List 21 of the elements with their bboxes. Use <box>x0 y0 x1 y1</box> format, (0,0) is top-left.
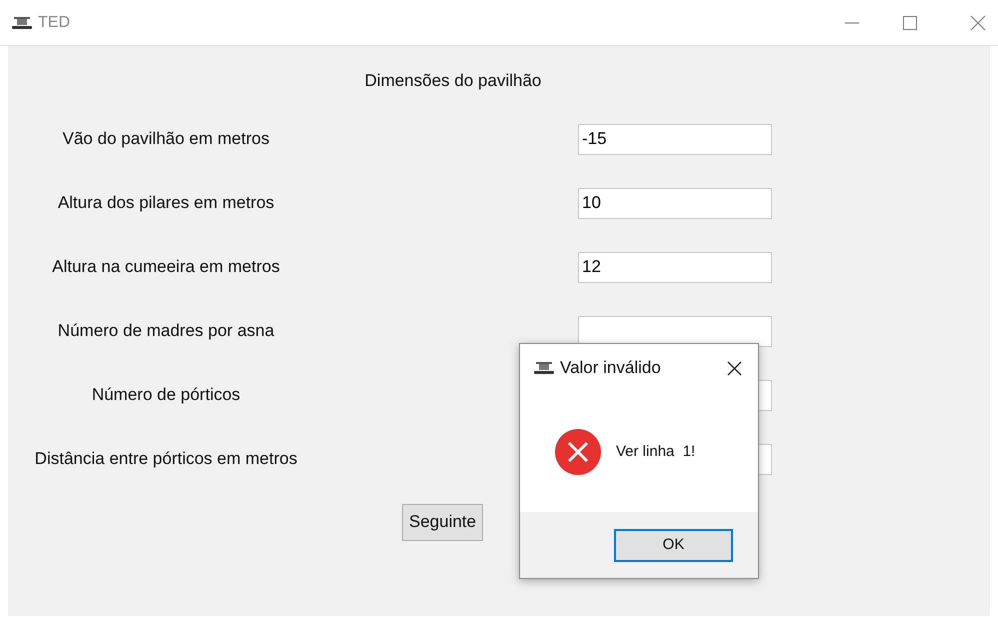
field-label: Vão do pavilhão em metros <box>62 128 270 150</box>
input-field[interactable]: 12 <box>578 252 772 282</box>
field-label: Número de pórticos <box>90 384 242 406</box>
maximize-icon[interactable] <box>902 14 918 30</box>
field-label: Distância entre pórticos em metros <box>34 448 298 470</box>
field-label: Número de madres por asna <box>56 320 276 342</box>
input-field[interactable]: 10 <box>578 188 772 218</box>
input-field[interactable] <box>578 316 772 346</box>
input-field[interactable]: -15 <box>578 124 772 154</box>
dialog-message: Ver linha 1! <box>616 442 696 462</box>
field-label: Altura na cumeeira em metros <box>51 256 281 278</box>
app-icon <box>12 16 32 30</box>
ok-button[interactable]: OK <box>614 528 733 562</box>
window-title: TED <box>38 12 70 32</box>
app-icon <box>534 361 554 375</box>
field-label: Altura dos pilares em metros <box>56 192 276 214</box>
close-icon[interactable] <box>727 360 742 376</box>
error-icon <box>554 428 602 476</box>
dialog-title: Valor inválido <box>560 357 661 380</box>
form-heading: Dimensões do pavilhão <box>364 70 542 92</box>
next-button[interactable]: Seguinte <box>402 504 484 540</box>
